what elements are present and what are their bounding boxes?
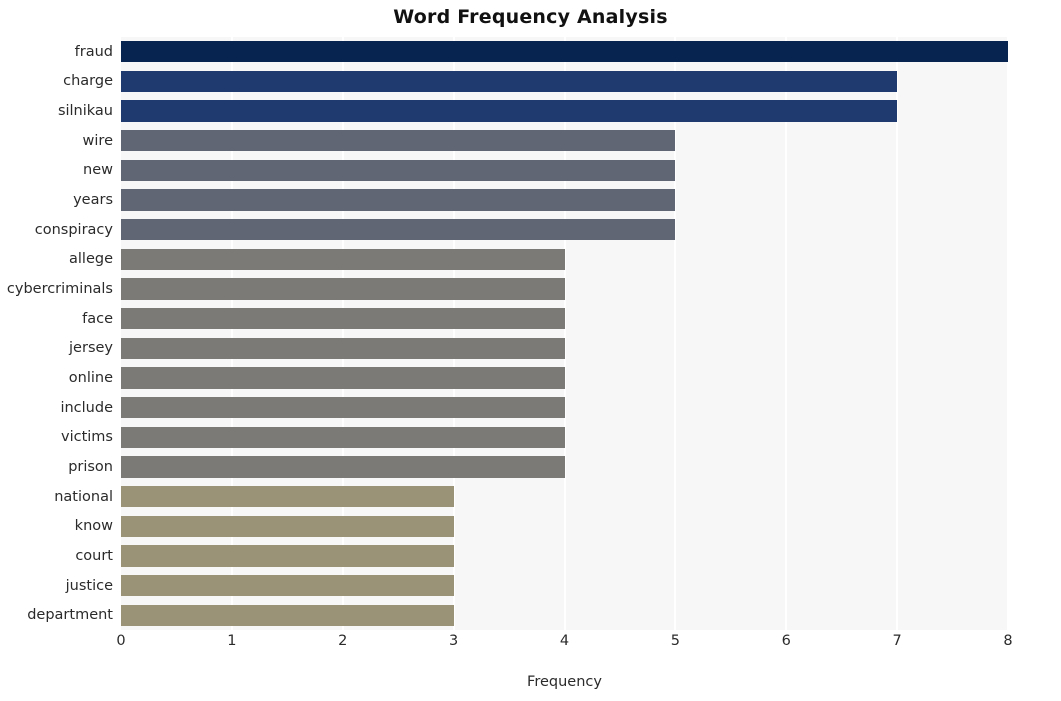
bar-cybercriminals bbox=[121, 278, 565, 300]
y-tick-label-charge: charge bbox=[63, 73, 113, 90]
y-tick-label-conspiracy: conspiracy bbox=[34, 221, 113, 238]
bar-national bbox=[121, 485, 454, 508]
y-tick-label-know: know bbox=[74, 518, 113, 535]
bar-wire bbox=[121, 130, 676, 152]
bar-face bbox=[121, 308, 565, 330]
y-tick-label-cybercriminals: cybercriminals bbox=[6, 281, 113, 298]
bar-victims bbox=[121, 426, 565, 448]
x-tick-label-8: 8 bbox=[1003, 633, 1013, 649]
bar-conspiracy bbox=[121, 219, 676, 241]
y-tick-label-jersey: jersey bbox=[69, 340, 113, 357]
bar-silnikau bbox=[121, 100, 898, 122]
y-tick-label-new: new bbox=[83, 162, 113, 179]
y-tick-label-years: years bbox=[73, 192, 113, 209]
y-tick-label-fraud: fraud bbox=[74, 43, 113, 60]
y-tick-label-include: include bbox=[60, 399, 113, 416]
bar-know bbox=[121, 515, 454, 537]
bar-department bbox=[121, 604, 454, 626]
chart-figure: Word Frequency Analysis fraud charge silni… bbox=[0, 0, 1061, 701]
x-tick-label-0: 0 bbox=[116, 633, 126, 649]
y-axis-tick-labels: fraud charge silnikau wire new years conspirac… bbox=[0, 37, 113, 630]
x-tick-label-7: 7 bbox=[892, 633, 902, 649]
x-tick-label-5: 5 bbox=[670, 633, 680, 649]
bar-fraud bbox=[121, 41, 1008, 63]
bar-years bbox=[121, 189, 676, 211]
y-tick-label-national: national bbox=[54, 488, 113, 505]
y-tick-label-prison: prison bbox=[68, 458, 113, 475]
y-tick-label-face: face bbox=[82, 310, 113, 327]
x-tick-label-6: 6 bbox=[781, 633, 791, 649]
x-tick-label-2: 2 bbox=[338, 633, 348, 649]
y-tick-label-victims: victims bbox=[61, 429, 113, 446]
bar-new bbox=[121, 159, 676, 182]
bar-prison bbox=[121, 456, 565, 478]
x-axis-title: Frequency bbox=[527, 674, 602, 690]
x-tick-label-3: 3 bbox=[449, 633, 459, 649]
bar-online bbox=[121, 367, 565, 389]
bar-charge bbox=[121, 70, 898, 93]
bar-court bbox=[121, 545, 454, 567]
bars-container bbox=[121, 37, 1008, 630]
x-axis-tick-labels: 0 1 2 3 4 5 6 7 8 bbox=[0, 634, 1061, 658]
y-tick-label-justice: justice bbox=[65, 577, 113, 594]
y-tick-label-online: online bbox=[68, 369, 113, 386]
plot-area bbox=[121, 37, 1008, 630]
y-tick-label-allege: allege bbox=[69, 251, 113, 268]
x-tick-label-1: 1 bbox=[227, 633, 237, 649]
x-tick-label-4: 4 bbox=[559, 633, 570, 649]
y-tick-label-court: court bbox=[75, 547, 113, 564]
bar-allege bbox=[121, 248, 565, 271]
y-tick-label-wire: wire bbox=[82, 132, 113, 149]
y-tick-label-silnikau: silnikau bbox=[57, 103, 113, 120]
bar-justice bbox=[121, 574, 454, 597]
bar-include bbox=[121, 396, 565, 419]
bar-jersey bbox=[121, 337, 565, 359]
chart-title: Word Frequency Analysis bbox=[393, 6, 668, 28]
y-tick-label-department: department bbox=[27, 607, 113, 624]
